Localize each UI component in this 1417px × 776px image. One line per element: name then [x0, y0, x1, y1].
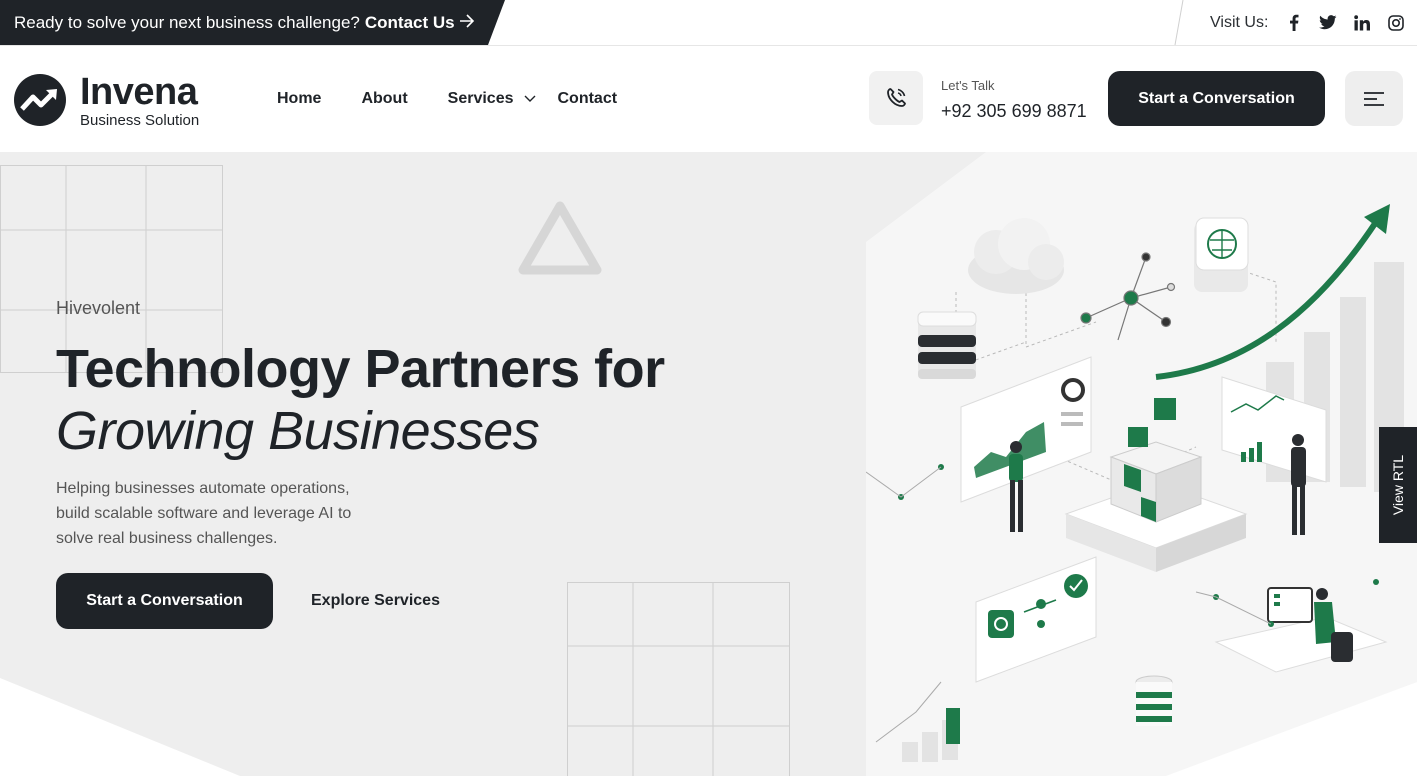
- main-nav: Home About Services Contact: [277, 46, 657, 152]
- top-announcement-bar: Ready to solve your next business challe…: [0, 0, 1417, 46]
- hero-description: Helping businesses automate operations, …: [56, 480, 352, 547]
- site-header: Invena Business Solution Home About Serv…: [0, 46, 1417, 152]
- nav-home[interactable]: Home: [277, 90, 321, 108]
- decorative-grid-bottom: [567, 582, 790, 776]
- logo-subtitle: Business Solution: [80, 111, 200, 129]
- talk-info: Let's Talk +92 305 699 8871: [941, 78, 1087, 122]
- announcement-banner: Ready to solve your next business challe…: [0, 0, 505, 45]
- talk-label: Let's Talk: [941, 78, 995, 93]
- logo-title: Invena: [80, 70, 198, 113]
- logo-mark-icon: [14, 74, 66, 126]
- start-conversation-button[interactable]: Start a Conversation: [56, 573, 273, 629]
- hero-section: Hivevolent Technology Partners for Growi…: [0, 152, 1417, 776]
- chevron-down-icon: [524, 90, 536, 108]
- nav-about[interactable]: About: [361, 90, 407, 108]
- visit-us-label: Visit Us:: [1210, 13, 1269, 31]
- phone-number[interactable]: +92 305 699 8871: [941, 101, 1087, 122]
- nav-services[interactable]: Services: [448, 90, 536, 108]
- instagram-icon[interactable]: [1386, 13, 1405, 32]
- view-rtl-tab[interactable]: View RTL: [1379, 427, 1417, 543]
- hero-illustration: [866, 152, 1417, 776]
- linkedin-icon[interactable]: [1352, 13, 1371, 32]
- hero-title-line2: Growing Businesses: [56, 401, 540, 461]
- phone-call-button[interactable]: [869, 71, 923, 125]
- explore-services-link[interactable]: Explore Services: [311, 573, 440, 629]
- hero-title-line1: Technology Partners for: [56, 339, 665, 399]
- nav-services-label: Services: [447, 90, 514, 107]
- facebook-icon[interactable]: [1284, 13, 1303, 32]
- arrow-right-icon[interactable]: [459, 13, 475, 33]
- contact-us-link[interactable]: Contact Us: [365, 13, 455, 33]
- topbar-divider: [1174, 0, 1184, 45]
- nav-contact[interactable]: Contact: [558, 90, 618, 108]
- view-rtl-label: View RTL: [1390, 454, 1406, 516]
- database-cylinder-icon: [1135, 675, 1173, 726]
- social-links: [1284, 0, 1405, 45]
- twitter-icon[interactable]: [1318, 13, 1337, 32]
- site-logo[interactable]: Invena Business Solution: [13, 71, 213, 129]
- menu-button[interactable]: [1345, 71, 1403, 126]
- announcement-text: Ready to solve your next business challe…: [14, 12, 360, 32]
- menu-icon: [1364, 91, 1384, 106]
- triangle-decoration-icon: [518, 201, 602, 275]
- hero-eyebrow: Hivevolent: [56, 298, 141, 318]
- server-stack-icon: [917, 311, 977, 379]
- hero-title: Technology Partners for Growing Business…: [56, 338, 665, 462]
- brain-chip-icon: [1194, 217, 1249, 292]
- phone-icon: [887, 88, 906, 107]
- start-conversation-header-button[interactable]: Start a Conversation: [1108, 71, 1325, 126]
